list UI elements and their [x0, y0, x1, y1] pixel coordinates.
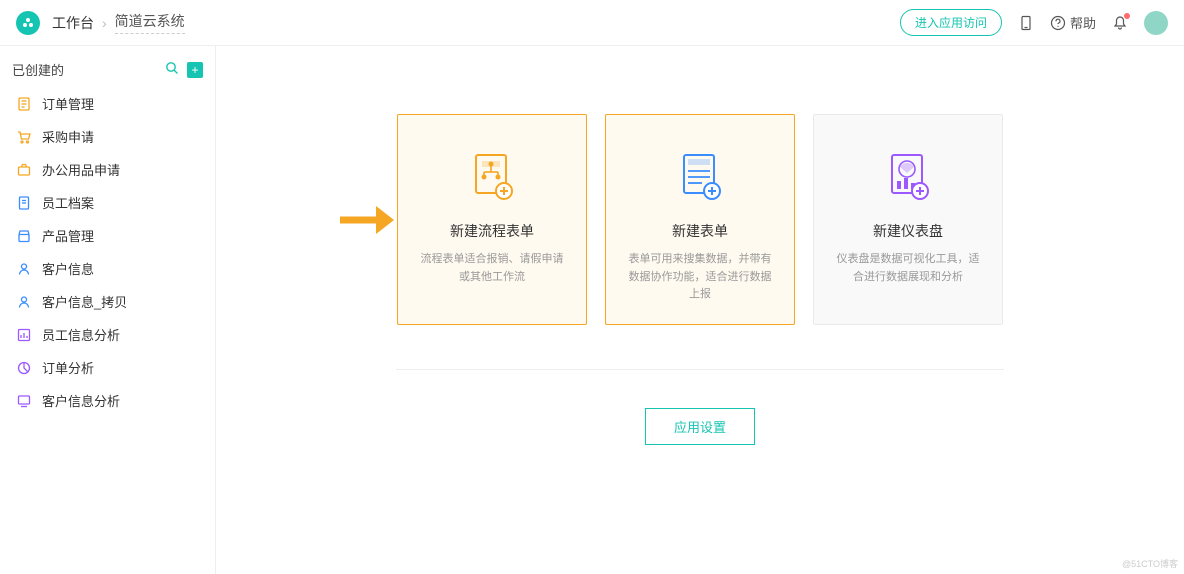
- app-settings-button[interactable]: 应用设置: [645, 408, 755, 445]
- sidebar-item-label: 产品管理: [42, 226, 94, 245]
- breadcrumb-workspace[interactable]: 工作台: [52, 13, 94, 33]
- mobile-icon[interactable]: [1018, 15, 1034, 31]
- sidebar-item-9[interactable]: 客户信息分析: [0, 384, 215, 417]
- card-title: 新建流程表单: [408, 221, 576, 241]
- sidebar-item-label: 员工档案: [42, 193, 94, 212]
- sidebar-item-5[interactable]: 客户信息: [0, 252, 215, 285]
- sidebar-item-3[interactable]: 员工档案: [0, 186, 215, 219]
- card-title: 新建仪表盘: [824, 221, 992, 241]
- sidebar-item-label: 员工信息分析: [42, 325, 120, 344]
- watermark: @51CTO博客: [1122, 557, 1178, 570]
- breadcrumb: 工作台 › 简道云系统: [52, 11, 185, 34]
- flow-form-icon: [408, 151, 576, 201]
- search-icon[interactable]: [165, 61, 179, 78]
- create-card-1[interactable]: 新建表单 表单可用来搜集数据，并带有数据协作功能，适合进行数据上报: [605, 114, 795, 325]
- sidebar: 已创建的 + 订单管理采购申请办公用品申请员工档案产品管理客户信息客户信息_拷贝…: [0, 46, 216, 574]
- chevron-right-icon: ›: [102, 15, 107, 31]
- create-card-0[interactable]: 新建流程表单 流程表单适合报销、请假申请或其他工作流: [397, 114, 587, 325]
- topbar-right: 进入应用访问 帮助: [900, 9, 1168, 36]
- sidebar-item-label: 订单管理: [42, 94, 94, 113]
- sidebar-item-8[interactable]: 订单分析: [0, 351, 215, 384]
- create-card-2[interactable]: 新建仪表盘 仪表盘是数据可视化工具，适合进行数据展现和分析: [813, 114, 1003, 325]
- card-description: 表单可用来搜集数据，并带有数据协作功能，适合进行数据上报: [616, 251, 784, 304]
- sidebar-item-label: 办公用品申请: [42, 160, 120, 179]
- topbar-left: 工作台 › 简道云系统: [16, 11, 185, 35]
- sidebar-item-1[interactable]: 采购申请: [0, 120, 215, 153]
- pie-icon: [16, 360, 32, 376]
- store-icon: [16, 228, 32, 244]
- card-description: 仪表盘是数据可视化工具，适合进行数据展现和分析: [824, 251, 992, 286]
- form-icon: [616, 151, 784, 201]
- card-description: 流程表单适合报销、请假申请或其他工作流: [408, 251, 576, 286]
- sidebar-item-7[interactable]: 员工信息分析: [0, 318, 215, 351]
- add-button[interactable]: +: [187, 62, 203, 78]
- bell-icon[interactable]: [1112, 15, 1128, 31]
- sidebar-item-label: 客户信息: [42, 259, 94, 278]
- avatar[interactable]: [1144, 11, 1168, 35]
- sidebar-item-4[interactable]: 产品管理: [0, 219, 215, 252]
- divider: [396, 369, 1004, 370]
- sidebar-item-label: 采购申请: [42, 127, 94, 146]
- doc-icon: [16, 96, 32, 112]
- case-icon: [16, 162, 32, 178]
- person-icon: [16, 261, 32, 277]
- sidebar-list: 订单管理采购申请办公用品申请员工档案产品管理客户信息客户信息_拷贝员工信息分析订…: [0, 87, 215, 417]
- sidebar-item-label: 客户信息_拷贝: [42, 292, 127, 311]
- help-button[interactable]: 帮助: [1050, 13, 1096, 32]
- file-icon: [16, 195, 32, 211]
- topbar: 工作台 › 简道云系统 进入应用访问 帮助: [0, 0, 1184, 46]
- sidebar-item-label: 订单分析: [42, 358, 94, 377]
- dashboard-icon: [824, 151, 992, 201]
- arrow-icon: [336, 200, 396, 243]
- breadcrumb-app[interactable]: 简道云系统: [115, 11, 185, 34]
- sidebar-item-6[interactable]: 客户信息_拷贝: [0, 285, 215, 318]
- main-content: 新建流程表单 流程表单适合报销、请假申请或其他工作流 新建表单 表单可用来搜集数…: [216, 46, 1184, 574]
- sidebar-item-0[interactable]: 订单管理: [0, 87, 215, 120]
- screen-icon: [16, 393, 32, 409]
- help-label: 帮助: [1070, 13, 1096, 32]
- sidebar-header: 已创建的 +: [0, 58, 215, 87]
- card-title: 新建表单: [616, 221, 784, 241]
- cart-icon: [16, 129, 32, 145]
- enter-app-button[interactable]: 进入应用访问: [900, 9, 1002, 36]
- chart-icon: [16, 327, 32, 343]
- person-icon: [16, 294, 32, 310]
- sidebar-item-label: 客户信息分析: [42, 391, 120, 410]
- app-logo[interactable]: [16, 11, 40, 35]
- sidebar-item-2[interactable]: 办公用品申请: [0, 153, 215, 186]
- sidebar-title: 已创建的: [12, 60, 157, 79]
